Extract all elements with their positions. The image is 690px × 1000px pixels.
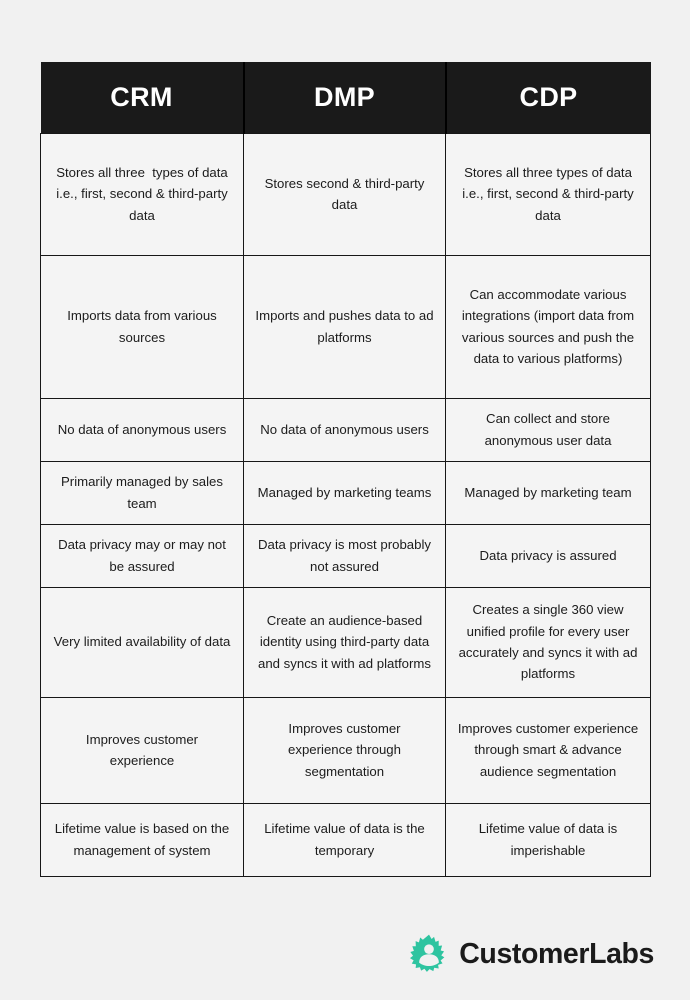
table-cell-dmp: Improves customer experience through seg… xyxy=(243,696,446,804)
table-cell-dmp: Create an audience-based identity using … xyxy=(243,586,446,698)
table-header-row: CRM DMP CDP xyxy=(40,62,651,133)
table-cell-dmp: Lifetime value of data is the temporary xyxy=(243,802,446,877)
table-cell-cdp: Data privacy is assured xyxy=(445,523,651,588)
table-row: Very limited availability of data Create… xyxy=(40,586,651,698)
table-cell-crm: Lifetime value is based on the managemen… xyxy=(40,802,244,877)
table-row: Lifetime value is based on the managemen… xyxy=(40,802,651,877)
table-cell-cdp: Stores all three types of data i.e., fir… xyxy=(445,132,651,256)
table-header: CRM DMP CDP xyxy=(40,62,651,133)
table-cell-crm: Primarily managed by sales team xyxy=(40,460,244,525)
column-header-dmp: DMP xyxy=(243,62,447,133)
table-cell-dmp: Managed by marketing teams xyxy=(243,460,446,525)
table-row: Data privacy may or may not be assured D… xyxy=(40,523,651,588)
brand-name: CustomerLabs xyxy=(459,937,654,970)
table-cell-dmp: Data privacy is most probably not assure… xyxy=(243,523,446,588)
column-header-cdp: CDP xyxy=(445,62,651,133)
table-row: Imports data from various sources Import… xyxy=(40,254,651,399)
table-cell-cdp: Can collect and store anonymous user dat… xyxy=(445,397,651,462)
table-cell-dmp: Imports and pushes data to ad platforms xyxy=(243,254,446,399)
table-cell-cdp: Improves customer experience through sma… xyxy=(445,696,651,804)
comparison-table-container: CRM DMP CDP Stores all three types of da… xyxy=(40,62,651,877)
comparison-table-page: CRM DMP CDP Stores all three types of da… xyxy=(0,0,690,1000)
table-cell-crm: Stores all three types of data i.e., fir… xyxy=(40,132,244,256)
table-body: Stores all three types of data i.e., fir… xyxy=(40,132,651,877)
table-cell-dmp: Stores second & third-party data xyxy=(243,132,446,256)
comparison-table: CRM DMP CDP Stores all three types of da… xyxy=(40,62,651,877)
table-cell-crm: Improves customer experience xyxy=(40,696,244,804)
table-cell-cdp: Lifetime value of data is imperishable xyxy=(445,802,651,877)
table-cell-cdp: Creates a single 360 view unified profil… xyxy=(445,586,651,698)
column-header-crm: CRM xyxy=(40,62,245,133)
brand-logo: CustomerLabs xyxy=(408,929,654,979)
table-cell-crm: Imports data from various sources xyxy=(40,254,244,399)
table-cell-crm: No data of anonymous users xyxy=(40,397,244,462)
table-cell-dmp: No data of anonymous users xyxy=(243,397,446,462)
table-row: Improves customer experience Improves cu… xyxy=(40,696,651,804)
table-row: Primarily managed by sales team Managed … xyxy=(40,460,651,525)
table-cell-crm: Data privacy may or may not be assured xyxy=(40,523,244,588)
table-cell-crm: Very limited availability of data xyxy=(40,586,244,698)
table-cell-cdp: Can accommodate various integrations (im… xyxy=(445,254,651,399)
table-cell-cdp: Managed by marketing team xyxy=(445,460,651,525)
table-row: No data of anonymous users No data of an… xyxy=(40,397,651,462)
table-row: Stores all three types of data i.e., fir… xyxy=(40,132,651,256)
gear-person-icon xyxy=(410,934,445,972)
